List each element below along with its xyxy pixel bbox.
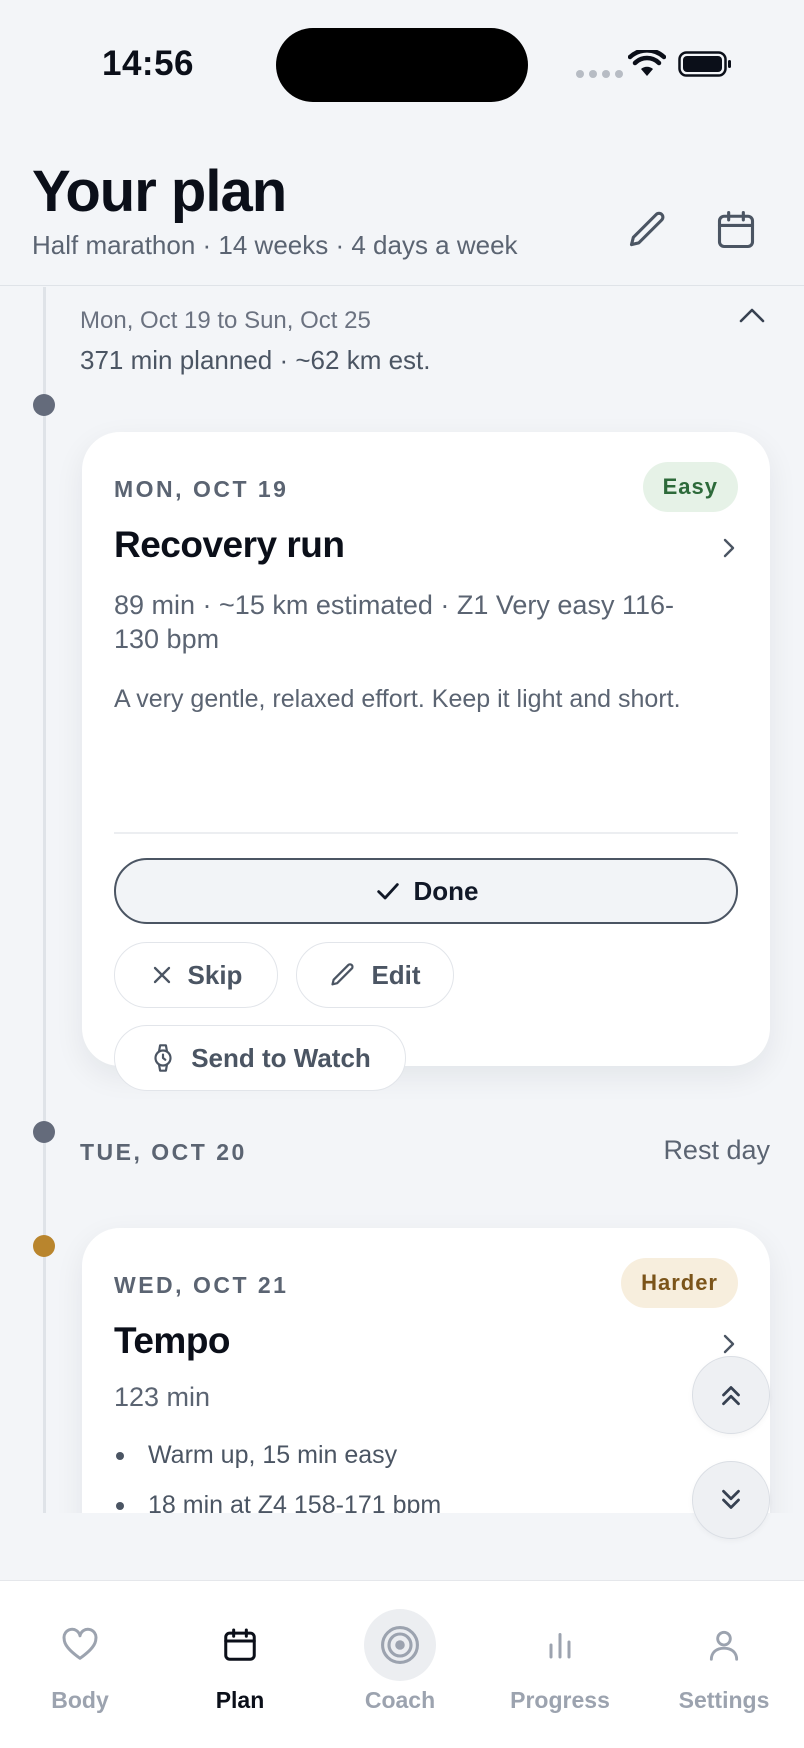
week-summary: 371 min planned · ~62 km est. — [80, 345, 431, 375]
done-button[interactable]: Done — [114, 858, 738, 924]
calendar-button[interactable] — [708, 202, 764, 258]
dynamic-island — [276, 28, 528, 102]
tab-plan[interactable]: Plan — [160, 1581, 320, 1713]
workout-card[interactable]: WED, OCT 21 Harder Tempo 123 min Warm up… — [82, 1228, 770, 1513]
status-bar: 14:56 — [0, 0, 804, 120]
workout-title: Recovery run — [114, 524, 345, 565]
workout-step: 18 min at Z4 158-171 bpm — [114, 1490, 441, 1513]
double-chevron-down-icon — [722, 1489, 740, 1509]
chevron-right-icon[interactable] — [716, 1332, 740, 1356]
workout-meta: 89 min · ~15 km estimated · Z1 Very easy… — [114, 590, 674, 654]
person-icon — [709, 1630, 739, 1661]
plan-timeline[interactable]: Mon, Oct 19 to Sun, Oct 25 371 min plann… — [0, 287, 804, 1513]
workout-date: MON, OCT 19 — [114, 476, 289, 502]
edit-workout-button[interactable]: Edit — [296, 942, 454, 1008]
collapse-week-button[interactable] — [736, 299, 768, 331]
tab-label: Body — [51, 1687, 109, 1713]
target-icon — [381, 1626, 419, 1664]
chevron-up-icon — [739, 308, 765, 323]
workout-title: Tempo — [114, 1320, 231, 1361]
workout-card[interactable]: MON, OCT 19 Easy Recovery run 89 min · ~… — [82, 432, 770, 1091]
wifi-icon — [628, 50, 666, 76]
tab-label: Coach — [364, 1687, 436, 1713]
tab-settings[interactable]: Settings — [644, 1581, 804, 1713]
timeline-dot — [33, 394, 55, 416]
card-divider — [114, 832, 738, 834]
watch-icon — [154, 1044, 172, 1072]
tab-bar: Body Plan Coach Progress Settings — [0, 1580, 804, 1748]
skip-button[interactable]: Skip — [114, 942, 278, 1008]
edit-label: Edit — [371, 959, 421, 990]
battery-icon — [678, 51, 731, 77]
rest-day-label: Rest day — [663, 1135, 770, 1165]
workout-step: Warm up, 15 min easy — [114, 1440, 441, 1490]
calendar-icon — [717, 211, 755, 249]
scroll-to-bottom-button[interactable] — [692, 1461, 770, 1539]
page-title: Your plan — [32, 159, 287, 224]
skip-label: Skip — [187, 959, 243, 990]
timeline-line — [43, 287, 46, 1513]
intensity-badge: Harder — [621, 1258, 738, 1308]
week-range: Mon, Oct 19 to Sun, Oct 25 — [80, 307, 371, 334]
done-label: Done — [413, 875, 479, 906]
timeline-dot — [33, 1121, 55, 1143]
timeline-dot-current — [33, 1235, 55, 1257]
tab-label: Progress — [510, 1687, 610, 1713]
edit-plan-button[interactable] — [620, 202, 676, 258]
heart-icon — [62, 1627, 98, 1660]
close-icon — [153, 966, 170, 984]
intensity-badge: Easy — [642, 462, 738, 512]
plan-subtitle: Half marathon · 14 weeks · 4 days a week — [32, 230, 518, 260]
tab-body[interactable]: Body — [0, 1581, 160, 1713]
pencil-icon — [331, 963, 354, 986]
scroll-to-top-button[interactable] — [692, 1356, 770, 1434]
workout-steps: Warm up, 15 min easy 18 min at Z4 158-17… — [114, 1440, 441, 1513]
workout-meta: 123 min — [114, 1382, 211, 1412]
tab-label: Plan — [215, 1687, 265, 1713]
plan-header: Your plan Half marathon · 14 weeks · 4 d… — [0, 120, 804, 286]
double-chevron-up-icon — [722, 1386, 740, 1406]
calendar-icon — [224, 1628, 256, 1661]
rest-day-date: TUE, OCT 20 — [80, 1139, 247, 1165]
send-to-watch-button[interactable]: Send to Watch — [114, 1025, 406, 1091]
tab-label: Settings — [678, 1687, 770, 1713]
workout-date: WED, OCT 21 — [114, 1272, 289, 1298]
checkmark-icon — [376, 883, 399, 900]
cellular-signal-icon — [576, 70, 623, 78]
status-time: 14:56 — [102, 44, 195, 83]
watch-label: Send to Watch — [191, 1042, 371, 1073]
tab-coach[interactable]: Coach — [320, 1581, 480, 1713]
pencil-icon — [629, 211, 665, 247]
tab-progress[interactable]: Progress — [480, 1581, 640, 1713]
chevron-right-icon[interactable] — [716, 536, 740, 560]
bar-chart-icon — [549, 1633, 571, 1659]
workout-description: A very gentle, relaxed effort. Keep it l… — [114, 685, 681, 713]
